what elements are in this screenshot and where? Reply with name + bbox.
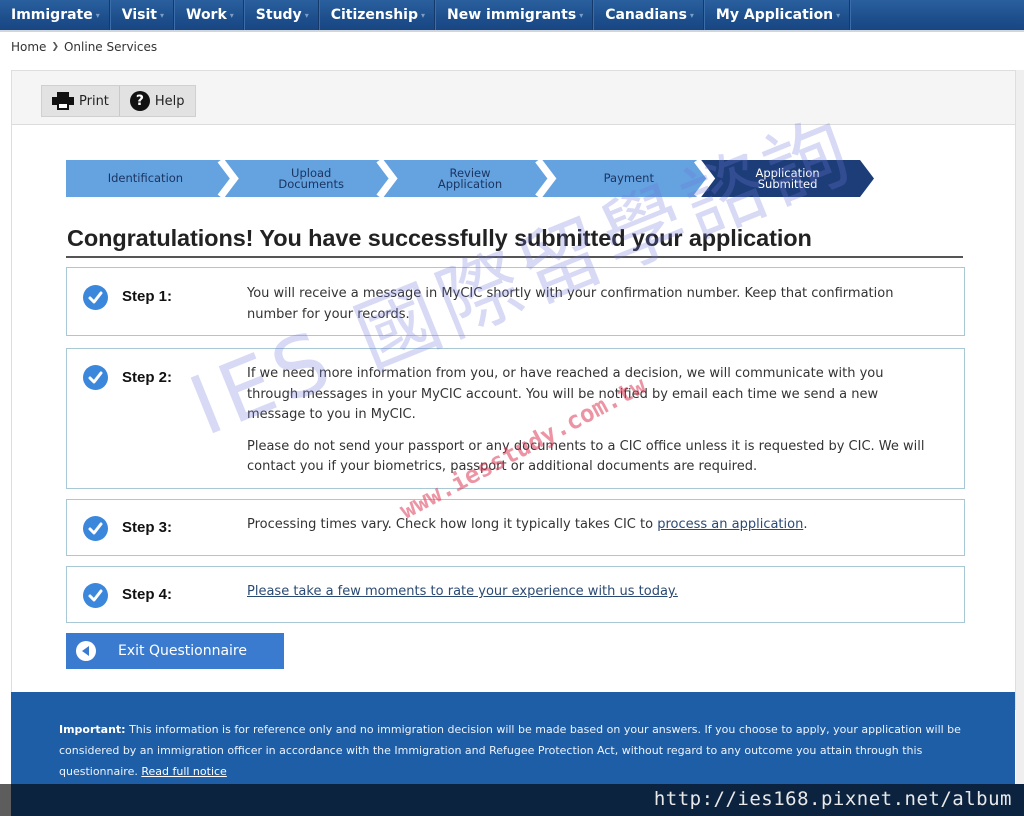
nav-citizenship[interactable]: Citizenship ▾ [318, 0, 436, 30]
nav-study[interactable]: Study ▾ [243, 0, 319, 30]
page-edge [1016, 70, 1024, 816]
chevron-down-icon: ▾ [304, 10, 309, 20]
toolbar-button-group: Print ? Help [41, 85, 196, 117]
checkmark-icon [83, 365, 108, 390]
step-3-label: Step 3: [122, 519, 173, 536]
stepper-step-payment: Payment [556, 160, 701, 197]
nav-work[interactable]: Work ▾ [174, 0, 244, 30]
step-3-text: Processing times vary. Check how long it… [247, 515, 937, 536]
toolbar: Print ? Help [12, 71, 1015, 125]
notice-text: Important: This information is for refer… [59, 719, 969, 782]
print-button[interactable]: Print [42, 86, 119, 116]
nav-label: Work [186, 7, 227, 23]
left-strip [0, 784, 11, 816]
breadcrumb-home[interactable]: Home [11, 40, 46, 54]
exit-questionnaire-button[interactable]: Exit Questionnaire [66, 633, 284, 669]
step-4-box: Step 4: Please take a few moments to rat… [66, 566, 965, 623]
checkmark-icon [83, 516, 108, 541]
step-line1: Identification [107, 171, 184, 185]
nav-label: My Application [715, 7, 834, 23]
step-1-text: You will receive a message in MyCIC shor… [247, 284, 937, 325]
chevron-down-icon: ▾ [229, 10, 234, 20]
watermark-url: http://ies168.pixnet.net/album [653, 788, 1012, 810]
breadcrumb-online-services[interactable]: Online Services [64, 40, 157, 54]
progress-stepper: Identification Upload Documents Review App… [66, 160, 874, 197]
rate-experience-link[interactable]: Please take a few moments to rate your e… [247, 584, 678, 599]
main-nav: Immigrate ▾ Visit ▾ Work ▾ Study ▾ Citizensh… [0, 0, 1024, 32]
page-title: Congratulations! You have successfully s… [67, 225, 812, 251]
stepper-step-identification: Identification [66, 160, 225, 197]
stepper-step-application-submitted: Application Submitted [715, 160, 860, 197]
step-1-box: Step 1: You will receive a message in My… [66, 267, 965, 336]
nav-fill [850, 0, 1024, 30]
chevron-down-icon: ▾ [836, 10, 841, 20]
print-label: Print [79, 93, 109, 109]
watermark-url-bar: http://ies168.pixnet.net/album [0, 784, 1024, 816]
step-2-box: Step 2: If we need more information from… [66, 348, 965, 489]
checkmark-icon [83, 583, 108, 608]
title-divider [66, 256, 963, 258]
help-icon: ? [129, 91, 150, 111]
step-4-text: Please take a few moments to rate your e… [247, 582, 937, 603]
step-2-text: If we need more information from you, or… [247, 364, 937, 478]
nav-label: Canadians [605, 7, 687, 23]
chevron-down-icon: ▾ [579, 10, 584, 20]
nav-visit[interactable]: Visit ▾ [109, 0, 174, 30]
breadcrumb-separator-icon: ❯ [51, 42, 59, 52]
printer-icon [52, 92, 74, 110]
step-line2: Documents [278, 176, 344, 191]
exit-questionnaire-label: Exit Questionnaire [118, 643, 247, 659]
chevron-down-icon: ▾ [95, 10, 100, 20]
nav-label: Immigrate [11, 7, 93, 23]
nav-label: Citizenship [330, 7, 418, 23]
nav-immigrate[interactable]: Immigrate ▾ [0, 0, 110, 30]
step-1-label: Step 1: [122, 288, 173, 305]
nav-label: New immigrants [447, 7, 577, 23]
main-panel: Print ? Help Identification Upload Docume… [11, 70, 1016, 710]
stepper-step-upload-documents: Upload Documents [239, 160, 384, 197]
stepper-step-review-application: Review Application [398, 160, 543, 197]
step-3-text-after: . [803, 517, 808, 532]
step-2-paragraph-1: If we need more information from you, or… [247, 366, 884, 422]
chevron-down-icon: ▾ [159, 10, 164, 20]
step-line2: Submitted [757, 176, 818, 191]
help-button[interactable]: ? Help [118, 86, 195, 116]
chevron-down-icon: ▾ [689, 10, 694, 20]
breadcrumb: Home ❯ Online Services [11, 40, 157, 54]
back-arrow-icon [76, 641, 96, 661]
help-label: Help [154, 93, 185, 109]
nav-new-immigrants[interactable]: New immigrants ▾ [435, 0, 594, 30]
step-2-label: Step 2: [122, 369, 173, 386]
notice-bold: Important: [59, 723, 126, 736]
step-2-paragraph-2: Please do not send your passport or any … [247, 438, 925, 475]
nav-label: Study [255, 7, 302, 23]
nav-label: Visit [121, 7, 157, 23]
nav-canadians[interactable]: Canadians ▾ [593, 0, 704, 30]
step-3-text-before: Processing times vary. Check how long it… [247, 517, 658, 532]
step-4-label: Step 4: [122, 586, 173, 603]
step-3-box: Step 3: Processing times vary. Check how… [66, 499, 965, 556]
step-line1: Payment [603, 171, 654, 185]
chevron-down-icon: ▾ [421, 10, 426, 20]
nav-my-application[interactable]: My Application ▾ [703, 0, 851, 30]
step-line2: Application [437, 176, 503, 191]
step-1-paragraph: You will receive a message in MyCIC shor… [247, 286, 894, 322]
read-full-notice-link[interactable]: Read full notice [141, 765, 226, 778]
process-application-link[interactable]: process an application [657, 517, 803, 532]
checkmark-icon [83, 285, 108, 310]
